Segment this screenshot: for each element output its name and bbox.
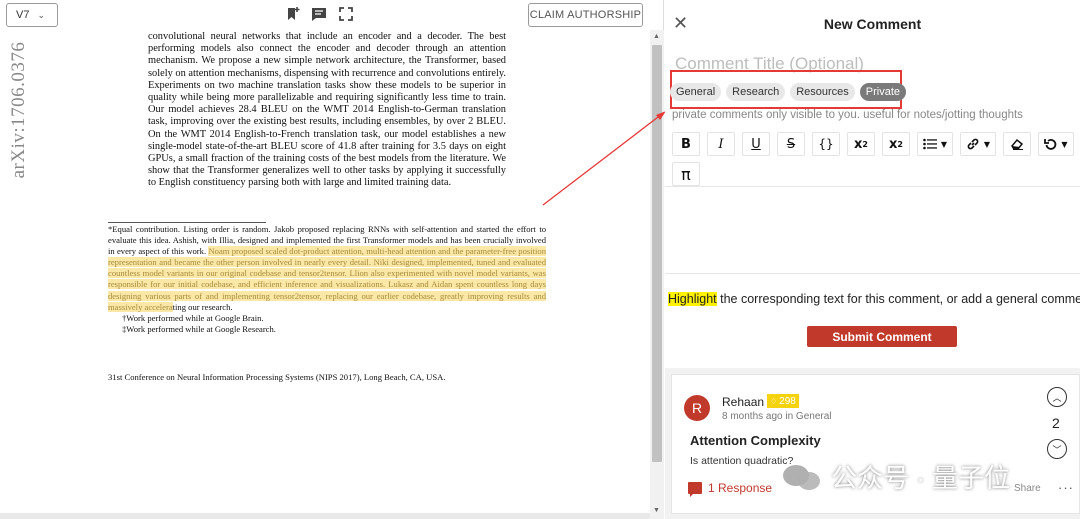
list-icon [923, 138, 937, 150]
clear-format-button[interactable] [1003, 132, 1031, 156]
reputation-value: 298 [779, 395, 796, 407]
tag-hint: private comments only visible to you. us… [672, 109, 1023, 121]
pdf-viewer: V7 ⌄ CLAIM AUTHORSHIP arXiv:1706.0376 co… [0, 0, 664, 519]
avatar[interactable]: R [684, 395, 710, 421]
italic-button[interactable]: I [707, 132, 735, 156]
comment-icon[interactable] [311, 6, 327, 22]
link-dropdown-button[interactable]: ▼ [960, 132, 996, 156]
downvote-button[interactable]: ﹀ [1047, 439, 1067, 459]
watermark-text: 公众号 · 量子位 [831, 463, 1011, 493]
reputation-badge: ♢ 298 [767, 394, 799, 408]
list-dropdown-button[interactable]: ▼ [917, 132, 953, 156]
undo-icon [1044, 138, 1057, 150]
chevron-down-icon: ▼ [1061, 139, 1068, 149]
horizontal-scrollbar[interactable] [0, 513, 650, 519]
subscript-button[interactable]: x2 [882, 132, 910, 156]
comment-body: Is attention quadratic? [690, 455, 794, 467]
chevron-down-icon: ⌄ [37, 9, 46, 20]
chevron-down-icon: ﹀ [1052, 444, 1062, 455]
footnote-brain: †Work performed while at Google Brain. [122, 312, 264, 323]
chevron-up-icon: ︿ [1052, 392, 1062, 403]
response-icon [688, 482, 702, 497]
panel-title: New Comment [823, 16, 922, 32]
fullscreen-icon[interactable] [338, 6, 354, 22]
submit-comment-button[interactable]: Submit Comment [807, 326, 957, 347]
more-options-icon[interactable]: ··· [1058, 480, 1074, 495]
version-value: V7 [16, 9, 30, 21]
chevron-down-icon: ▼ [983, 139, 991, 149]
strikethrough-button[interactable]: S [777, 132, 805, 156]
wechat-logo-icon [783, 461, 823, 493]
footnote-divider [108, 222, 266, 223]
tag-resources[interactable]: Resources [790, 83, 855, 101]
abstract-text: convolutional neural networks that inclu… [148, 31, 507, 189]
bookmark-add-icon[interactable] [285, 6, 301, 22]
comment-title: Attention Complexity [690, 433, 821, 448]
responses-label: 1 Response [708, 481, 773, 495]
tag-general[interactable]: General [670, 83, 722, 101]
math-button[interactable]: π [672, 162, 700, 186]
vote-count: 2 [1052, 415, 1060, 431]
comment-editor[interactable] [665, 186, 1080, 274]
version-select[interactable]: V7 ⌄ [6, 3, 58, 27]
share-button[interactable]: Share [1014, 483, 1041, 494]
code-button[interactable]: {} [812, 132, 840, 156]
hint-highlight-word: Highlight [668, 292, 717, 306]
comment-panel: ✕ New Comment General Research Resources… [665, 0, 1080, 519]
tag-selector: General Research Resources Private [670, 83, 907, 101]
vertical-scrollbar[interactable]: ▲ ▼ [650, 30, 664, 519]
chevron-down-icon: ▼ [940, 139, 948, 149]
conference-line: 31st Conference on Neural Information Pr… [108, 372, 446, 382]
hint-rest: the corresponding text for this comment,… [716, 292, 1080, 306]
scroll-down-icon[interactable]: ▼ [653, 507, 660, 514]
tag-private[interactable]: Private [859, 83, 907, 101]
comment-author[interactable]: Rehaan [722, 395, 764, 409]
comment-meta: 8 months ago in General [722, 411, 832, 422]
bold-button[interactable]: B [672, 132, 700, 156]
arxiv-id-text: arXiv:1706.0376 [8, 41, 29, 179]
undo-dropdown-button[interactable]: ▼ [1038, 132, 1074, 156]
responses-link[interactable]: 1 Response [688, 481, 773, 497]
contribution-footnote: *Equal contribution. Listing order is ra… [108, 224, 546, 313]
eraser-icon [1011, 138, 1024, 150]
underline-button[interactable]: U [742, 132, 770, 156]
link-icon [967, 138, 979, 150]
superscript-button[interactable]: x2 [847, 132, 875, 156]
footnote-block: *Equal contribution. Listing order is ra… [108, 224, 546, 335]
upvote-button[interactable]: ︿ [1047, 387, 1067, 407]
viewer-toolbar: V7 ⌄ CLAIM AUTHORSHIP [0, 0, 664, 30]
watermark: 公众号 · 量子位 [783, 458, 1010, 495]
footnote-research: ‡Work performed while at Google Research… [122, 323, 276, 334]
tag-research[interactable]: Research [726, 83, 786, 101]
scroll-up-icon[interactable]: ▲ [653, 33, 660, 40]
arxiv-id-stamp: arXiv:1706.0376 [5, 30, 33, 190]
highlight-hint: Highlight the corresponding text for thi… [668, 292, 1080, 306]
trophy-icon: ♢ [770, 396, 778, 406]
scroll-thumb[interactable] [652, 45, 662, 462]
footnote-tail-text: ting our research. [172, 301, 233, 312]
claim-authorship-button[interactable]: CLAIM AUTHORSHIP [528, 3, 643, 27]
